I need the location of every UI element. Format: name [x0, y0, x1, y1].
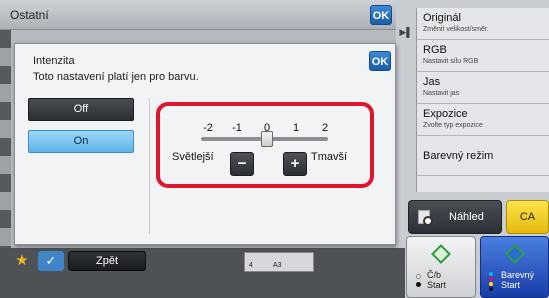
bw-start-line2: Start — [427, 280, 447, 290]
paper-count: 4 — [249, 262, 253, 269]
increase-button[interactable]: + — [283, 152, 307, 176]
dialog-note: Toto nastavení platí jen pro barvu. — [33, 71, 199, 83]
cyan-dot-icon — [489, 272, 493, 276]
slider-tick-label: 2 — [321, 122, 329, 134]
panel-item-label: Expozice — [423, 108, 468, 120]
dialog-divider — [149, 98, 150, 234]
panel-item-sub: Změnit velikost/směr. — [423, 26, 489, 33]
panel-item-label: Jas — [423, 76, 441, 88]
bw-start-line1: Č/b — [427, 270, 442, 280]
bw-start-button[interactable]: Č/b Start — [406, 236, 476, 298]
slider-tick-label: -1 — [232, 122, 242, 134]
preview-button[interactable]: Náhled — [408, 200, 502, 234]
start-diamond-icon — [505, 244, 525, 264]
panel-item-color-mode[interactable]: Barevný režim — [417, 136, 549, 176]
dialog-ok-button[interactable]: OK — [369, 51, 391, 71]
collapse-panel-icon[interactable]: ▶▌ — [398, 24, 414, 40]
clear-all-button[interactable]: CA — [506, 200, 549, 234]
star-icon[interactable]: ★ — [10, 251, 34, 271]
slider-tick-label: -2 — [203, 122, 213, 134]
panel-item-rgb[interactable]: RGB Nastavit sílu RGB — [417, 40, 549, 72]
left-edge-tabs — [0, 30, 11, 248]
color-start-button[interactable]: Barevný Start — [480, 236, 549, 298]
preview-label: Náhled — [449, 211, 484, 223]
slider-thumb[interactable] — [261, 131, 273, 147]
intensity-dialog: Intenzita Toto nastavení platí jen pro b… — [14, 43, 396, 245]
decrease-button[interactable]: − — [230, 152, 254, 176]
yellow-dot-icon — [489, 282, 493, 286]
option-on-button[interactable]: On — [28, 130, 134, 153]
color-start-line2: Start — [501, 280, 521, 290]
color-start-label: Barevný Start — [501, 270, 534, 290]
magenta-dot-icon — [489, 277, 493, 281]
panel-item-original[interactable]: Originál Změnit velikost/směr. — [417, 8, 549, 40]
bw-dot-icon — [416, 282, 421, 287]
base-ok-button[interactable]: OK — [370, 5, 392, 25]
black-dot-icon — [489, 287, 493, 291]
color-start-line1: Barevný — [501, 270, 535, 280]
panel-item-label: Originál — [423, 12, 461, 24]
paper-status: 4 A3 — [244, 252, 314, 272]
panel-item-sub: Nastavit sílu RGB — [423, 58, 479, 65]
panel-item-label: Barevný režim — [423, 149, 494, 162]
panel-item-exposure[interactable]: Expozice Zvolte typ expozice — [417, 104, 549, 136]
slider-min-label: Světlejší — [172, 151, 214, 163]
preview-icon — [418, 210, 433, 226]
right-panel: Originál Změnit velikost/směr. RGB Nasta… — [416, 8, 549, 192]
start-diamond-icon — [431, 244, 451, 264]
bw-start-label: Č/b Start — [427, 270, 446, 290]
base-title-bar: Ostatní — [0, 0, 396, 30]
dialog-title: Intenzita — [33, 55, 75, 67]
panel-item-brightness[interactable]: Jas Nastavit jas — [417, 72, 549, 104]
slider-tick-label: 1 — [292, 122, 300, 134]
check-icon[interactable]: ✓ — [38, 251, 64, 271]
back-button[interactable]: Zpět — [68, 251, 146, 271]
option-off-button[interactable]: Off — [28, 98, 134, 121]
intensity-slider-highlight: -2 -1 0 1 2 Světlejší − + Tmavší — [156, 102, 374, 188]
paper-size: A3 — [273, 262, 282, 269]
panel-item-sub: Zvolte typ expozice — [423, 122, 483, 129]
panel-item-label: RGB — [423, 44, 447, 56]
slider-max-label: Tmavší — [311, 151, 348, 163]
bw-dot-icon — [416, 274, 421, 279]
base-title: Ostatní — [10, 8, 49, 22]
panel-item-sub: Nastavit jas — [423, 90, 460, 97]
